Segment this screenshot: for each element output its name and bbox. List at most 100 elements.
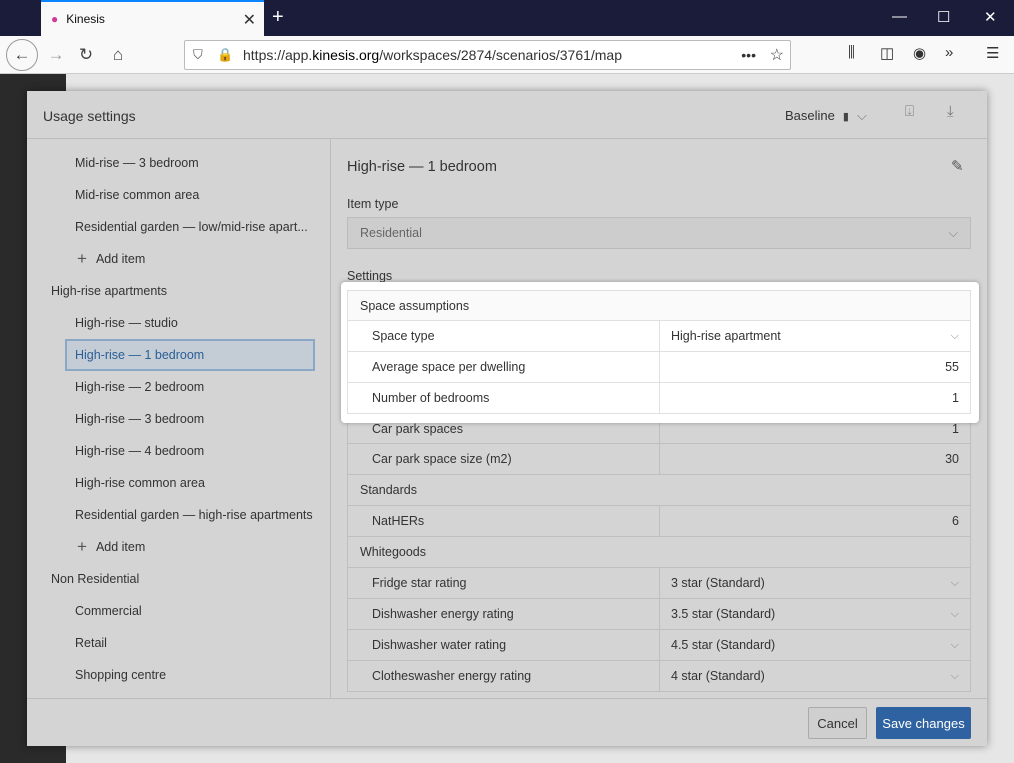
section-header: Space assumptions [347, 290, 971, 321]
setting-select[interactable]: 3.5 star (Standard) ⌵ [659, 599, 971, 629]
section-header: Whitegoods [347, 537, 971, 568]
setting-value: 30 [945, 452, 959, 466]
sidebar-toggle-icon[interactable]: ◫ [880, 44, 894, 62]
save-changes-button[interactable]: Save changes [876, 707, 971, 739]
setting-input[interactable]: 1 [659, 383, 971, 413]
sidebar-item-label: High-rise — 4 bedroom [75, 444, 205, 458]
item-type-label: Item type [347, 197, 399, 211]
setting-input[interactable]: 55 [659, 352, 971, 382]
setting-row: Space type High-rise apartment ⌵ [347, 321, 971, 352]
sidebar-item[interactable]: High-rise — studio [75, 307, 178, 339]
chevron-down-icon: ⌵ [856, 108, 867, 123]
sidebar-item[interactable]: Residential garden — low/mid-rise apart.… [75, 211, 308, 243]
setting-value: 4.5 star (Standard) [671, 638, 776, 652]
settings-label: Settings [347, 269, 393, 283]
close-tab-icon[interactable]: ✕ [243, 10, 256, 30]
setting-value: 6 [952, 514, 959, 528]
setting-label: Fridge star rating [372, 576, 467, 590]
browser-titlebar: ● Kinesis ✕ + — ☐ ✕ [0, 0, 1014, 36]
bookmark-star-icon[interactable]: ☆ [770, 45, 784, 65]
library-icon[interactable]: ⫼ [848, 44, 855, 61]
section-title: Whitegoods [360, 545, 427, 559]
scenario-selector[interactable]: Baseline ▮ ⌵ [785, 108, 867, 124]
sidebar-item[interactable]: High-rise common area [75, 467, 205, 499]
home-icon[interactable]: ⌂ [104, 42, 132, 68]
sidebar-item[interactable]: Residential garden — high-rise apartment… [75, 499, 313, 531]
info-icon: ▮ [842, 111, 849, 123]
setting-label: Car park space size (m2) [372, 452, 512, 466]
chevron-down-icon: ⌵ [950, 669, 959, 682]
sidebar-item[interactable]: High-rise apartments [51, 275, 167, 307]
sidebar-item-label: High-rise — studio [75, 316, 178, 330]
sidebar-item-label: Mid-rise common area [75, 188, 200, 202]
setting-input[interactable]: 30 [659, 444, 971, 474]
sidebar-item[interactable]: + Add item [77, 531, 145, 563]
sidebar-item[interactable]: High-rise — 4 bedroom [75, 435, 204, 467]
setting-value: 3 star (Standard) [671, 576, 765, 590]
reload-icon[interactable]: ↻ [72, 42, 100, 68]
sidebar-item[interactable]: Mid-rise common area [75, 179, 199, 211]
space-assumptions-table: Space assumptions Space type High-rise apa… [347, 290, 971, 414]
setting-label: Dishwasher water rating [372, 638, 507, 652]
sidebar-item-label: Residential garden — high-rise apartment… [75, 508, 313, 522]
close-window-icon[interactable]: ✕ [984, 8, 997, 26]
setting-label: Dishwasher energy rating [372, 607, 514, 621]
url-text: https://app.kinesis.org/workspaces/2874/… [243, 47, 623, 63]
sidebar-item-label: High-rise apartments [51, 284, 168, 298]
page-actions-icon[interactable]: ••• [741, 47, 756, 63]
download-icon[interactable]: ⤓ [947, 103, 954, 120]
setting-select[interactable]: High-rise apartment ⌵ [659, 321, 971, 351]
overflow-icon[interactable]: » [945, 44, 953, 61]
browser-navbar: ← → ↻ ⌂ ⛉ 🔒 https://app.kinesis.org/work… [0, 36, 1014, 74]
setting-value: 55 [945, 360, 959, 374]
setting-row: Car park space size (m2) 30 [347, 444, 971, 475]
setting-value: 1 [952, 422, 959, 436]
highlighted-space-assumptions: Space assumptions Space type High-rise apa… [341, 282, 979, 423]
setting-row: Average space per dwelling 55 [347, 352, 971, 383]
url-bar[interactable]: ⛉ 🔒 https://app.kinesis.org/workspaces/2… [184, 40, 791, 70]
import-icon[interactable]: ⍗ [905, 103, 914, 120]
setting-label: Number of bedrooms [372, 391, 490, 405]
lock-icon: 🔒 [217, 47, 234, 62]
sidebar-item[interactable]: Retail [75, 627, 107, 659]
plus-icon: + [77, 537, 87, 556]
kinesis-favicon-icon: ● [51, 12, 59, 26]
setting-select[interactable]: 4 star (Standard) ⌵ [659, 661, 971, 691]
sidebar-item-label: Mid-rise — 3 bedroom [75, 156, 199, 170]
setting-select[interactable]: 3 star (Standard) ⌵ [659, 568, 971, 598]
sidebar-item[interactable]: + Add item [77, 243, 145, 275]
maximize-icon[interactable]: ☐ [937, 8, 950, 26]
new-tab-icon[interactable]: + [272, 6, 284, 29]
setting-select[interactable]: 4.5 star (Standard) ⌵ [659, 630, 971, 660]
sidebar-item[interactable]: High-rise — 1 bedroom [65, 339, 315, 371]
sidebar-item-label: Shopping centre [75, 668, 167, 682]
modal-footer: Cancel Save changes [27, 698, 987, 746]
modal-header: Usage settings Baseline ▮ ⌵ ⍗ ⤓ [27, 91, 987, 139]
menu-icon[interactable]: ☰ [986, 44, 999, 62]
sidebar-item[interactable]: Commercial [75, 595, 142, 627]
sidebar-item-label: High-rise common area [75, 476, 205, 490]
sidebar-item-label: Add item [95, 252, 146, 266]
sidebar-item[interactable]: Mid-rise — 3 bedroom [75, 147, 199, 179]
minimize-icon[interactable]: — [892, 8, 907, 25]
chevron-down-icon: ⌵ [950, 638, 959, 651]
browser-tab[interactable]: ● Kinesis ✕ [41, 0, 264, 36]
sidebar-item[interactable]: High-rise — 3 bedroom [75, 403, 204, 435]
setting-row: Dishwasher water rating 4.5 star (Standar… [347, 630, 971, 661]
setting-label: NatHERs [372, 514, 425, 528]
account-icon[interactable]: ◉ [913, 44, 926, 62]
edit-pencil-icon[interactable]: ✎ [951, 157, 964, 175]
item-type-select[interactable]: Residential ⌵ [347, 217, 971, 249]
sidebar-item[interactable]: Shopping centre [75, 659, 166, 691]
cancel-button[interactable]: Cancel [808, 707, 867, 739]
tab-title: Kinesis [66, 12, 105, 26]
sidebar-item[interactable]: Non Residential [51, 563, 139, 595]
forward-icon[interactable]: → [42, 42, 70, 68]
sidebar-item-label: High-rise — 1 bedroom [75, 348, 205, 362]
sidebar-item[interactable]: High-rise — 2 bedroom [75, 371, 204, 403]
chevron-down-icon: ⌵ [948, 225, 958, 240]
sidebar-item-label: Retail [75, 636, 107, 650]
back-icon[interactable]: ← [6, 39, 38, 71]
chevron-down-icon: ⌵ [950, 576, 959, 589]
setting-input[interactable]: 6 [659, 506, 971, 536]
